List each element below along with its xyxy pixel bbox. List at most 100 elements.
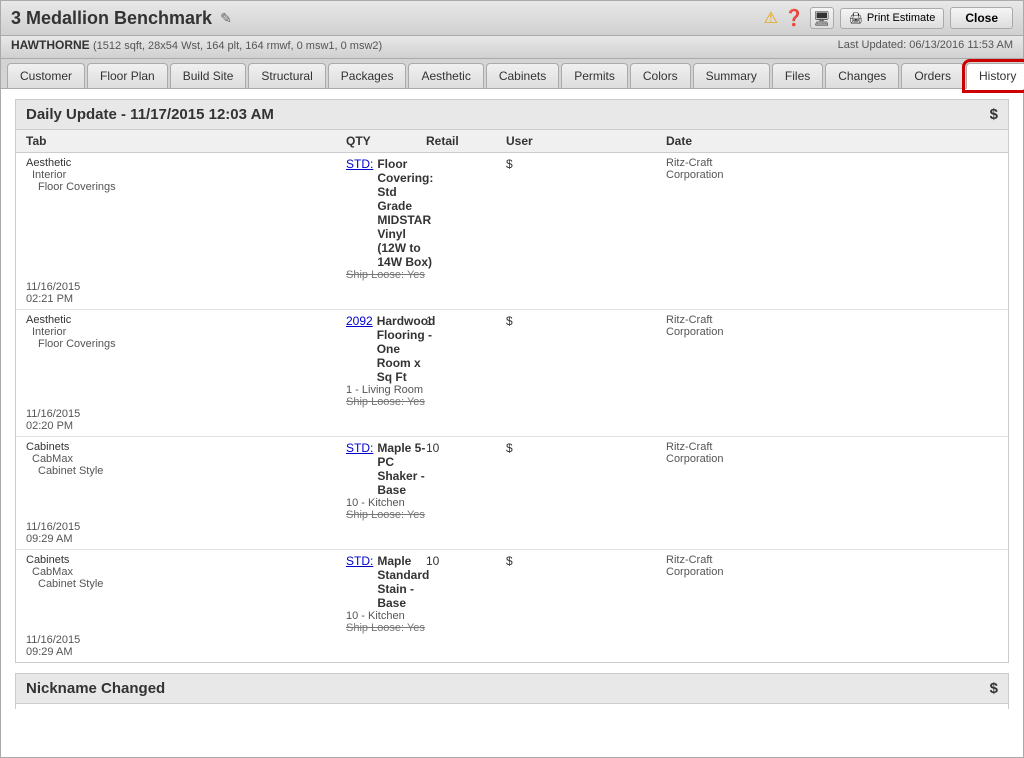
item-detail-3: 10 - Kitchen [346, 497, 426, 509]
col-qty: QTY [346, 134, 426, 148]
table1-header-row: Tab QTY Retail User Date [16, 130, 1008, 153]
section1-table: Tab QTY Retail User Date Aesthetic Inter… [15, 130, 1009, 663]
tab-customer[interactable]: Customer [7, 63, 85, 88]
tab-sub2-2: Floor Coverings [26, 338, 346, 350]
tab-bar: Customer Floor Plan Build Site Structura… [1, 59, 1023, 89]
qty-col-3: 10 [426, 441, 506, 455]
retail-col-3: $ [506, 441, 666, 455]
tab-sub2-3: Cabinet Style [26, 465, 346, 477]
section1-header: Daily Update - 11/17/2015 12:03 AM $ [15, 99, 1009, 130]
qty-col-4: 10 [426, 554, 506, 568]
subtitle-bar: HAWTHORNE (1512 sqft, 28x54 Wst, 164 plt… [1, 36, 1023, 59]
table-row: Aesthetic Interior Floor Coverings 2092 … [16, 310, 1008, 437]
info-icon: ❓ [784, 8, 804, 28]
tab-aesthetic[interactable]: Aesthetic [408, 63, 483, 88]
item-desc-1: Floor Covering: Std Grade MIDSTAR Vinyl … [377, 157, 433, 269]
tab-col-4: Cabinets CabMax Cabinet Style [26, 554, 346, 590]
print-estimate-button[interactable]: 🖨 Print Estimate [840, 8, 944, 29]
qty-col-2: 1 [426, 314, 506, 328]
tab-orders[interactable]: Orders [901, 63, 964, 88]
tab-build-site[interactable]: Build Site [170, 63, 247, 88]
last-updated: Last Updated: 06/13/2016 11:53 AM [838, 39, 1013, 51]
date-col-3: 11/16/2015 09:29 AM [26, 521, 346, 545]
tab-summary[interactable]: Summary [693, 63, 770, 88]
close-button[interactable]: Close [950, 7, 1013, 29]
printer-icon: 🖨 [849, 12, 863, 25]
table-row: Cabinets CabMax Cabinet Style STD: Maple… [16, 437, 1008, 550]
action-icons: ⚠ ❓ 🖥 🖨 Print Estimate Close [764, 7, 1013, 29]
nickname-body: "Dream House for David" to "3 Medallion … [16, 704, 1008, 709]
nickname-section: Nickname Changed $ "Dream House for Davi… [15, 673, 1009, 709]
user-date-1: Ritz-Craft Corporation [666, 157, 756, 181]
tab-files[interactable]: Files [772, 63, 823, 88]
tab-history[interactable]: History [966, 63, 1024, 89]
user-col-4: Ritz-Craft Corporation [666, 554, 756, 578]
tab-sub2-1: Floor Coverings [26, 181, 346, 193]
tab-col-1: Aesthetic Interior Floor Coverings [26, 157, 346, 193]
item-detail-2: 1 - Living Room [346, 384, 426, 396]
col-date: Date [666, 134, 756, 148]
tab-changes[interactable]: Changes [825, 63, 899, 88]
item-code-3[interactable]: STD: [346, 441, 373, 455]
col-retail: Retail [426, 134, 506, 148]
col-user: User [506, 134, 666, 148]
tab-colors[interactable]: Colors [630, 63, 691, 88]
tab-structural[interactable]: Structural [248, 63, 325, 88]
tab-name-4: Cabinets [26, 554, 346, 566]
item-strikethrough-4: Ship Loose: Yes [346, 622, 426, 634]
tab-cabinets[interactable]: Cabinets [486, 63, 559, 88]
date-col-2: 11/16/2015 02:20 PM [26, 408, 346, 432]
tab-floor-plan[interactable]: Floor Plan [87, 63, 168, 88]
retail-col-4: $ [506, 554, 666, 568]
tab-sub-2: Interior [26, 326, 346, 338]
table-row: Aesthetic Interior Floor Coverings STD: … [16, 153, 1008, 310]
item-col-4: STD: Maple Standard Stain - Base 10 - Ki… [346, 554, 426, 634]
item-col-1: STD: Floor Covering: Std Grade MIDSTAR V… [346, 157, 426, 281]
item-strikethrough-2: Ship Loose: Yes [346, 396, 426, 408]
date-col-4: 11/16/2015 09:29 AM [26, 634, 346, 658]
item-code-4[interactable]: STD: [346, 554, 373, 568]
date-col-1: 11/16/2015 02:21 PM [26, 281, 346, 305]
item-desc-4: Maple Standard Stain - Base [377, 554, 429, 610]
item-desc-3: Maple 5-PC Shaker - Base [377, 441, 426, 497]
user-col-3: Ritz-Craft Corporation [666, 441, 756, 465]
item-col-2: 2092 Hardwood Flooring - One Room x Sq F… [346, 314, 426, 408]
warning-icon: ⚠ [764, 8, 778, 28]
item-strikethrough-1: Ship Loose: Yes [346, 269, 426, 281]
content-area: Daily Update - 11/17/2015 12:03 AM $ Tab… [1, 89, 1023, 709]
title-left: 3 Medallion Benchmark ✎ [11, 8, 232, 29]
section1-dollar: $ [990, 106, 998, 123]
col-tab: Tab [26, 134, 346, 148]
tab-sub2-4: Cabinet Style [26, 578, 346, 590]
nickname-header: Nickname Changed $ [16, 674, 1008, 704]
retail-col-2: $ [506, 314, 666, 328]
tab-sub-3: CabMax [26, 453, 346, 465]
user-col-1: Ritz-Craft Corporation [666, 157, 756, 181]
item-code-1[interactable]: STD: [346, 157, 373, 171]
edit-icon[interactable]: ✎ [220, 10, 232, 27]
section1-title: Daily Update - 11/17/2015 12:03 AM [26, 106, 274, 123]
date-1: 11/16/2015 [26, 281, 346, 293]
tab-col-3: Cabinets CabMax Cabinet Style [26, 441, 346, 477]
tab-packages[interactable]: Packages [328, 63, 407, 88]
user-col-2: Ritz-Craft Corporation [666, 314, 756, 338]
tab-sub-1: Interior [26, 169, 346, 181]
daily-update-section-1: Daily Update - 11/17/2015 12:03 AM $ Tab… [15, 99, 1009, 663]
tab-sub-4: CabMax [26, 566, 346, 578]
tab-name-1: Aesthetic [26, 157, 346, 169]
nickname-title: Nickname Changed [26, 680, 165, 697]
subtitle-name: HAWTHORNE [11, 38, 90, 52]
monitor-icon[interactable]: 🖥 [810, 7, 834, 29]
table-row: Cabinets CabMax Cabinet Style STD: Maple… [16, 550, 1008, 662]
item-strikethrough-3: Ship Loose: Yes [346, 509, 426, 521]
tab-permits[interactable]: Permits [561, 63, 628, 88]
tab-name-3: Cabinets [26, 441, 346, 453]
item-detail-4: 10 - Kitchen [346, 610, 426, 622]
item-code-2[interactable]: 2092 [346, 314, 373, 328]
nickname-dollar: $ [990, 680, 998, 697]
subtitle-area: HAWTHORNE (1512 sqft, 28x54 Wst, 164 plt… [11, 38, 382, 52]
tab-name-2: Aesthetic [26, 314, 346, 326]
retail-col-1: $ [506, 157, 666, 171]
subtitle-detail: (1512 sqft, 28x54 Wst, 164 plt, 164 rmwf… [93, 40, 382, 52]
item-col-3: STD: Maple 5-PC Shaker - Base 10 - Kitch… [346, 441, 426, 521]
